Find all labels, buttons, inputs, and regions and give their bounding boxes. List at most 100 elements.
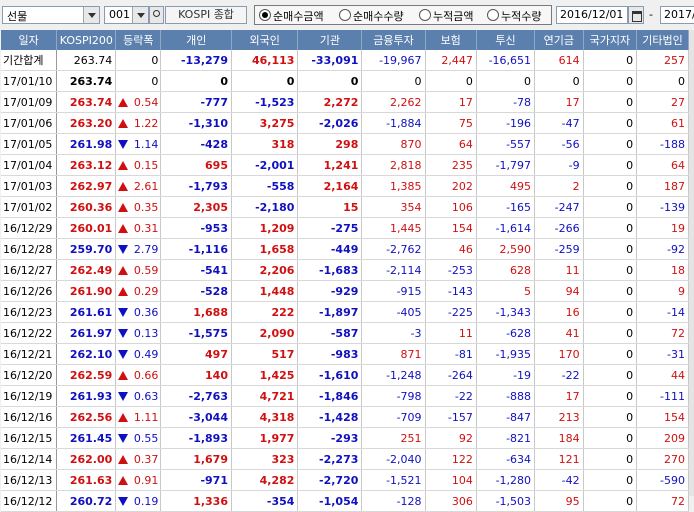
cell-change: 2.79 xyxy=(115,238,162,260)
cell-value: -798 xyxy=(361,385,426,407)
column-header[interactable]: KOSPI200 xyxy=(56,30,117,50)
cell-value: 11 xyxy=(425,322,477,344)
cell-value: -1,683 xyxy=(297,259,363,281)
cell-value: -1,575 xyxy=(160,322,232,344)
table-row[interactable]: 17/01/03 262.97 2.61 -1,793 -558 2,164 1,385 20… xyxy=(1,175,689,197)
table-row[interactable]: 16/12/13 261.63 0.91 -971 4,282 -2,720 -1,521 1… xyxy=(1,469,689,491)
column-header[interactable]: 보험 xyxy=(425,30,477,50)
date-to-input[interactable]: 2017/ xyxy=(660,6,694,24)
table-header: 일자 KOSPI200 등락폭 개인 외국인 기관 금융투자 보험 투신 연기금 국가지자 기타법인 xyxy=(1,30,689,50)
cell-date: 16/12/23 xyxy=(1,301,58,323)
radio-net-buy-amount[interactable]: 순매수금액 xyxy=(259,8,324,24)
triangle-up-icon xyxy=(118,202,129,212)
change-value: 0.49 xyxy=(133,347,159,361)
cell-value: -628 xyxy=(476,322,536,344)
cell-value: 5 xyxy=(476,280,536,302)
cell-value: -1,614 xyxy=(476,217,536,239)
table-row[interactable]: 16/12/15 261.45 0.55 -1,893 1,977 -293 251 92 -8… xyxy=(1,427,689,449)
triangle-up-icon xyxy=(118,160,129,170)
cell-change: 0.13 xyxy=(115,322,162,344)
cell-value: -33,091 xyxy=(297,50,363,71)
table-row[interactable]: 17/01/05 261.98 1.14 -428 318 298 870 64 -557 -56… xyxy=(1,133,689,155)
radio-cumulative-amount[interactable]: 누적금액 xyxy=(419,8,473,24)
radio-net-buy-quantity[interactable]: 순매수수량 xyxy=(339,8,404,24)
column-header[interactable]: 개인 xyxy=(160,30,232,50)
table-row-total[interactable]: 기간합계 263.74 0 -13,279 46,113 -33,091 -19,967 2,… xyxy=(1,50,689,71)
cell-value: 9 xyxy=(636,280,689,302)
cell-value: -1,523 xyxy=(231,91,299,113)
cell-value: 270 xyxy=(636,448,689,470)
change-value: 0.13 xyxy=(133,326,159,340)
cell-value: -971 xyxy=(160,469,232,491)
chevron-down-icon[interactable] xyxy=(83,7,99,23)
cell-kospi200: 262.10 xyxy=(56,343,117,365)
cell-value: -1,897 xyxy=(297,301,363,323)
cell-value: -13,279 xyxy=(160,50,232,71)
cell-value: 0 xyxy=(583,133,638,155)
table-row[interactable]: 17/01/04 263.12 0.15 695 -2,001 1,241 2,818 235… xyxy=(1,154,689,176)
market-select[interactable]: 선물 xyxy=(2,6,100,24)
table-row[interactable]: 16/12/23 261.61 0.36 1,688 222 -1,897 -405 -225… xyxy=(1,301,689,323)
cell-value: -821 xyxy=(476,427,536,449)
change-value: 0 xyxy=(151,74,159,88)
radio-cumulative-quantity[interactable]: 누적수량 xyxy=(487,8,541,24)
table-row[interactable]: 16/12/27 262.49 0.59 -541 2,206 -1,683 -2,114-… xyxy=(1,259,689,281)
cell-value: -1,884 xyxy=(361,112,426,134)
table-row[interactable]: 16/12/19 261.93 0.63 -2,763 4,721 -1,846 -798-… xyxy=(1,385,689,407)
column-header[interactable]: 일자 xyxy=(1,30,58,50)
cell-value: 27 xyxy=(636,91,689,113)
column-header[interactable]: 외국인 xyxy=(231,30,299,50)
table-row[interactable]: 16/12/26 261.90 0.29 -528 1,448 -929 -915 -143 5… xyxy=(1,280,689,302)
column-header[interactable]: 투신 xyxy=(476,30,536,50)
cell-value: 64 xyxy=(636,154,689,176)
column-header[interactable]: 금융투자 xyxy=(361,30,426,50)
table-row[interactable]: 17/01/02 260.36 0.35 2,305 -2,180 15 354 106 -16… xyxy=(1,196,689,218)
table-row[interactable]: 17/01/10 263.74 0 0 0 0 0 0 0 0 0 0 xyxy=(1,70,689,92)
radio-label: 순매수금액 xyxy=(273,10,324,23)
cell-value: 2,090 xyxy=(231,322,299,344)
cell-value: -2,763 xyxy=(160,385,232,407)
cell-change: 0 xyxy=(115,70,162,92)
table-row[interactable]: 16/12/14 262.00 0.37 1,679 323 -2,273 -2,040 12… xyxy=(1,448,689,470)
code-select[interactable]: 001 xyxy=(104,6,149,24)
calendar-icon[interactable] xyxy=(628,6,644,24)
cell-value: -196 xyxy=(476,112,536,134)
cell-value: 15 xyxy=(297,196,363,218)
column-header[interactable]: 연기금 xyxy=(534,30,584,50)
column-header[interactable]: 등락폭 xyxy=(115,30,162,50)
cell-kospi200: 263.12 xyxy=(56,154,117,176)
cell-value: 235 xyxy=(425,154,477,176)
cell-value: -2,040 xyxy=(361,448,426,470)
cell-value: 0 xyxy=(583,280,638,302)
cell-value: 871 xyxy=(361,343,426,365)
search-icon[interactable] xyxy=(149,6,164,24)
cell-date: 17/01/09 xyxy=(1,91,58,113)
triangle-up-icon xyxy=(118,265,129,275)
table-row[interactable]: 16/12/12 260.72 0.19 1,336 -354 -1,054 -128 306… xyxy=(1,490,689,512)
column-header[interactable]: 국가지자 xyxy=(583,30,638,50)
table-row[interactable]: 16/12/16 262.56 1.11 -3,044 4,318 -1,428 -709-… xyxy=(1,406,689,428)
column-header[interactable]: 기타법인 xyxy=(636,30,689,50)
cell-value: 0 xyxy=(297,70,363,92)
cell-change: 1.22 xyxy=(115,112,162,134)
table-row[interactable]: 17/01/09 263.74 0.54 -777 -1,523 2,272 2,262 17… xyxy=(1,91,689,113)
cell-value: 213 xyxy=(534,406,584,428)
cell-change: 0.54 xyxy=(115,91,162,113)
table-row[interactable]: 16/12/20 262.59 0.66 140 1,425 -1,610 -1,248 -2… xyxy=(1,364,689,386)
cell-kospi200: 261.98 xyxy=(56,133,117,155)
cell-kospi200: 263.20 xyxy=(56,112,117,134)
change-value: 0.36 xyxy=(133,305,159,319)
table-row[interactable]: 16/12/28 259.70 2.79 -1,116 1,658 -449 -2,762 4… xyxy=(1,238,689,260)
table-row[interactable]: 17/01/06 263.20 1.22 -1,310 3,275 -2,026 -1,88… xyxy=(1,112,689,134)
table-row[interactable]: 16/12/22 261.97 0.13 -1,575 2,090 -587 -3 11 -62… xyxy=(1,322,689,344)
table-row[interactable]: 16/12/29 260.01 0.31 -953 1,209 -275 1,445 154-… xyxy=(1,217,689,239)
table-row[interactable]: 16/12/21 262.10 0.49 497 517 -983 871 -81 -1,935… xyxy=(1,343,689,365)
cell-value: -587 xyxy=(297,322,363,344)
date-from-input[interactable]: 2016/12/01 xyxy=(556,6,628,24)
column-header[interactable]: 기관 xyxy=(297,30,363,50)
cell-value: 0 xyxy=(636,70,689,92)
triangle-down-icon xyxy=(118,328,129,338)
change-value: 1.11 xyxy=(133,410,159,424)
chevron-down-icon[interactable] xyxy=(132,7,148,23)
vertical-scrollbar[interactable] xyxy=(689,30,694,496)
